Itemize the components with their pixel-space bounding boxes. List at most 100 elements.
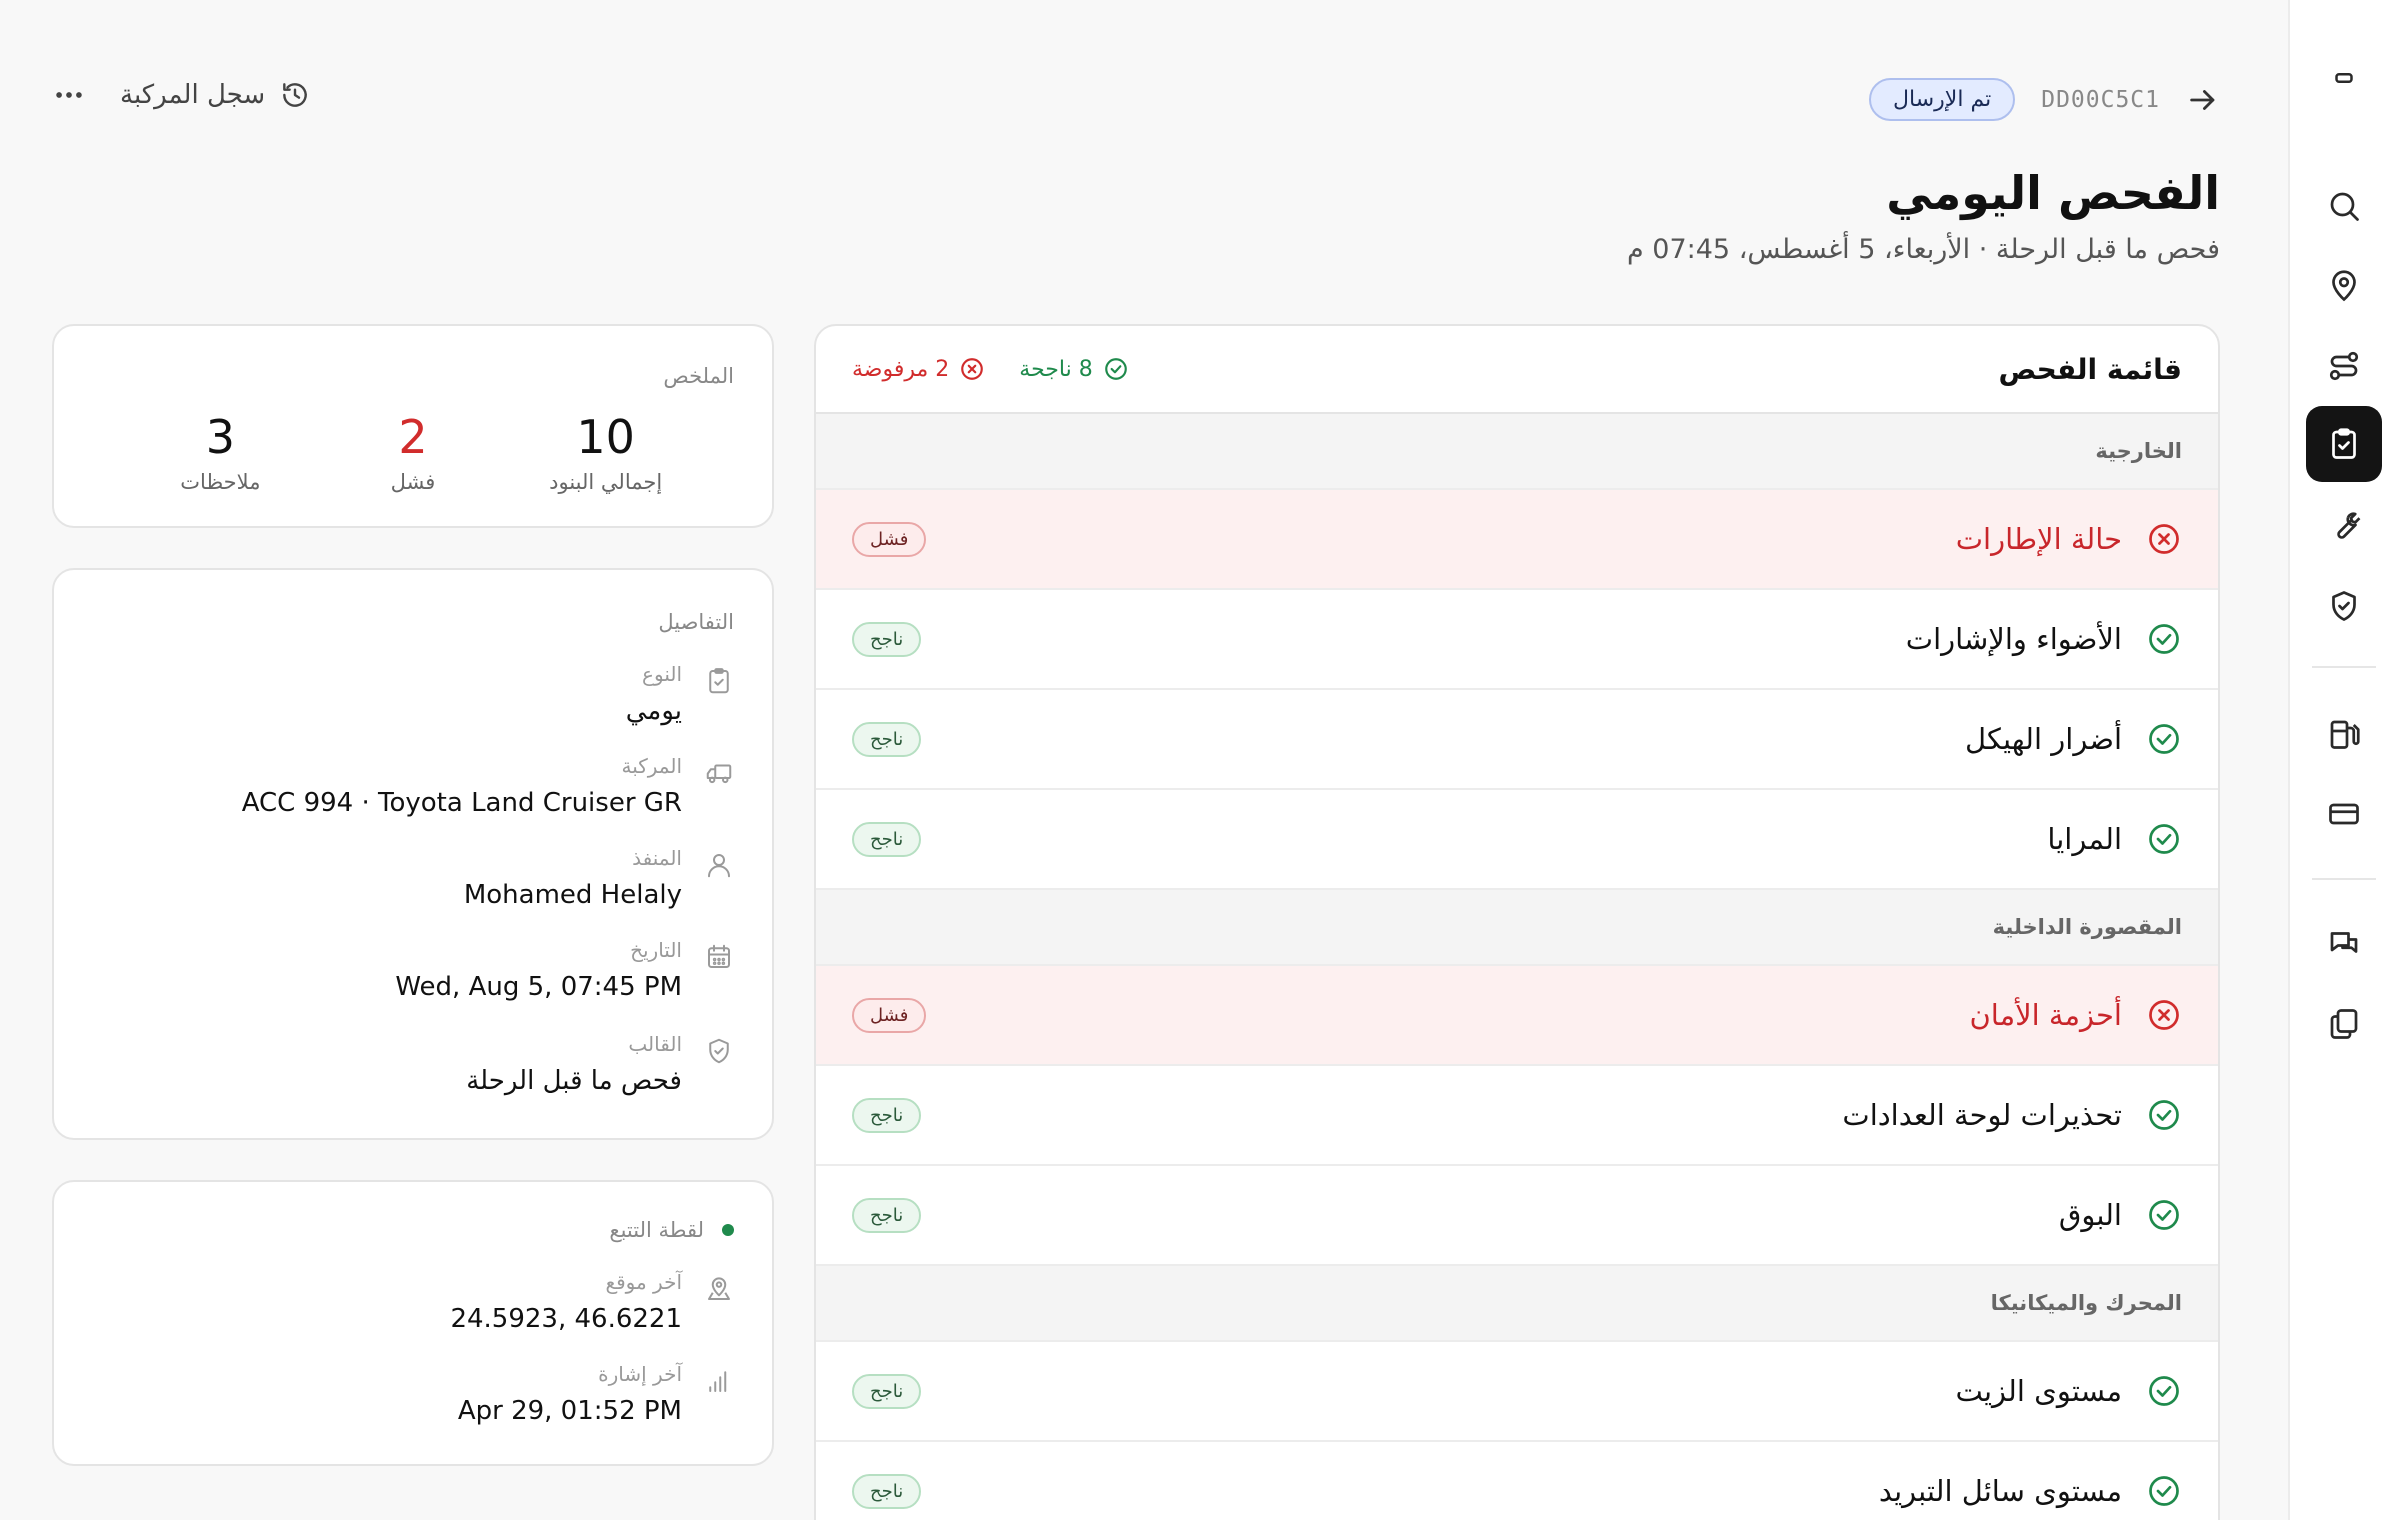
wrench-icon bbox=[2326, 508, 2362, 544]
route-icon bbox=[2326, 348, 2362, 384]
checklist-item-label: البوق bbox=[2058, 1198, 2122, 1232]
fail-badge: فشل bbox=[852, 997, 927, 1033]
user-icon bbox=[704, 850, 734, 880]
checklist-panel: قائمة الفحص 8 ناجحة 2 مرفوضة الخارجية حال… bbox=[814, 324, 2220, 1520]
tracking-location: آخر موقع 24.5923, 46.6221 bbox=[92, 1270, 734, 1334]
rail-messages-button[interactable] bbox=[2306, 906, 2382, 982]
checklist-item[interactable]: البوق ناجح bbox=[816, 1166, 2218, 1266]
tracking-location-key: آخر موقع bbox=[605, 1270, 682, 1294]
checklist-section-header: المقصورة الداخلية bbox=[816, 890, 2218, 966]
checklist-item[interactable]: حالة الإطارات فشل bbox=[816, 490, 2218, 590]
checklist-item-label: مستوى الزيت bbox=[1955, 1374, 2123, 1408]
rail-divider bbox=[2312, 878, 2376, 880]
nav-rail bbox=[2288, 0, 2400, 1520]
pass-badge: ناجح bbox=[852, 1097, 922, 1133]
checklist-item[interactable]: المرايا ناجح bbox=[816, 790, 2218, 890]
sidebar-toggle-button[interactable] bbox=[2306, 40, 2382, 116]
truck-icon bbox=[704, 758, 734, 788]
checklist-item-label: تحذيرات لوحة العدادات bbox=[1842, 1098, 2122, 1132]
vehicle-history-link[interactable]: سجل المركبة bbox=[120, 79, 311, 111]
detail-type-key: النوع bbox=[642, 662, 682, 686]
history-icon bbox=[279, 79, 311, 111]
check-circle-icon bbox=[2146, 1097, 2182, 1133]
chat-icon bbox=[2326, 926, 2362, 962]
shield-check-icon bbox=[704, 1036, 734, 1066]
detail-vehicle-key: المركبة bbox=[621, 754, 682, 778]
detail-template-value: فحص ما قبل الرحلة bbox=[466, 1066, 682, 1096]
detail-type-value: يومي bbox=[625, 696, 682, 726]
check-circle-icon bbox=[2146, 821, 2182, 857]
rail-fuel-button[interactable] bbox=[2306, 696, 2382, 772]
back-button[interactable] bbox=[2186, 83, 2220, 117]
rail-documents-button[interactable] bbox=[2306, 986, 2382, 1062]
map-pin-icon bbox=[2326, 268, 2362, 304]
checklist-item-label: أحزمة الأمان bbox=[1969, 998, 2122, 1032]
details-label: التفاصيل bbox=[658, 610, 734, 634]
tracking-signal-key: آخر إشارة bbox=[598, 1362, 682, 1386]
checklist-item-label: حالة الإطارات bbox=[1955, 522, 2122, 556]
main-content: DD00C5C1 تم الإرسال سجل المركبة الفحص ال… bbox=[0, 0, 2288, 1520]
checklist-title: قائمة الفحص bbox=[1998, 352, 2182, 386]
stat-fail-value: 2 bbox=[398, 410, 428, 464]
live-status-dot bbox=[722, 1224, 734, 1236]
check-circle-icon bbox=[2146, 1197, 2182, 1233]
page-subtitle: فحص ما قبل الرحلة · الأربعاء، 5 أغسطس، 0… bbox=[1626, 234, 2220, 265]
summary-card: الملخص 10 إجمالي البنود 2 فشل 3 ملاحظات bbox=[52, 324, 774, 528]
pass-badge: ناجح bbox=[852, 821, 922, 857]
rail-map-button[interactable] bbox=[2306, 248, 2382, 324]
page-title: الفحص اليومي bbox=[1886, 166, 2220, 220]
checklist-item-label: الأضواء والإشارات bbox=[1905, 622, 2122, 656]
checklist-item-label: المرايا bbox=[2047, 822, 2122, 856]
detail-inspector: المنفذ Mohamed Helaly bbox=[92, 846, 734, 910]
detail-date: التاريخ Wed, Aug 5, 07:45 PM bbox=[92, 938, 734, 1002]
tracking-label: لقطة التتبع bbox=[609, 1218, 704, 1242]
rail-maintenance-button[interactable] bbox=[2306, 488, 2382, 564]
checklist-counts: 8 ناجحة 2 مرفوضة bbox=[852, 356, 1129, 382]
signal-bars-icon bbox=[704, 1366, 734, 1396]
checklist-item[interactable]: أحزمة الأمان فشل bbox=[816, 966, 2218, 1066]
pass-badge: ناجح bbox=[852, 1197, 922, 1233]
fail-badge: فشل bbox=[852, 521, 927, 557]
fuel-icon bbox=[2326, 716, 2362, 752]
vehicle-history-label: سجل المركبة bbox=[120, 80, 266, 110]
rail-payments-button[interactable] bbox=[2306, 776, 2382, 852]
detail-inspector-key: المنفذ bbox=[632, 846, 682, 870]
shield-check-icon bbox=[2326, 588, 2362, 624]
pass-badge: ناجح bbox=[852, 1473, 922, 1509]
summary-label: الملخص bbox=[663, 364, 734, 388]
tracking-signal-value: Apr 29, 01:52 PM bbox=[457, 1396, 682, 1426]
rail-search-button[interactable] bbox=[2306, 168, 2382, 244]
inspection-ref-code: DD00C5C1 bbox=[2041, 86, 2160, 113]
x-circle-icon bbox=[959, 356, 985, 382]
rail-safety-button[interactable] bbox=[2306, 568, 2382, 644]
detail-template: القالب فحص ما قبل الرحلة bbox=[92, 1032, 734, 1096]
more-options-button[interactable] bbox=[52, 78, 86, 112]
summary-stats: 10 إجمالي البنود 2 فشل 3 ملاحظات bbox=[54, 410, 772, 494]
credit-card-icon bbox=[2326, 796, 2362, 832]
stat-fail-label: فشل bbox=[390, 470, 436, 494]
passed-count-label: 8 ناجحة bbox=[1019, 356, 1093, 382]
documents-icon bbox=[2326, 1006, 2362, 1042]
pass-badge: ناجح bbox=[852, 1373, 922, 1409]
checklist-item[interactable]: مستوى سائل التبريد ناجح bbox=[816, 1442, 2218, 1520]
search-icon bbox=[2326, 188, 2362, 224]
calendar-icon bbox=[704, 942, 734, 972]
rail-divider bbox=[2312, 666, 2376, 668]
checklist-item[interactable]: أضرار الهيكل ناجح bbox=[816, 690, 2218, 790]
stat-total-value: 10 bbox=[576, 410, 635, 464]
tracking-signal: آخر إشارة Apr 29, 01:52 PM bbox=[92, 1362, 734, 1426]
checklist-item[interactable]: الأضواء والإشارات ناجح bbox=[816, 590, 2218, 690]
detail-date-value: Wed, Aug 5, 07:45 PM bbox=[395, 972, 682, 1002]
clipboard-check-icon bbox=[704, 666, 734, 696]
rail-inspections-button[interactable] bbox=[2306, 406, 2382, 482]
check-circle-icon bbox=[2146, 621, 2182, 657]
checklist-item[interactable]: تحذيرات لوحة العدادات ناجح bbox=[816, 1066, 2218, 1166]
failed-count: 2 مرفوضة bbox=[852, 356, 985, 382]
pass-badge: ناجح bbox=[852, 721, 922, 757]
checklist-item[interactable]: مستوى الزيت ناجح bbox=[816, 1342, 2218, 1442]
checklist-header: قائمة الفحص 8 ناجحة 2 مرفوضة bbox=[816, 326, 2218, 414]
rail-routes-button[interactable] bbox=[2306, 328, 2382, 404]
check-circle-icon bbox=[2146, 721, 2182, 757]
check-circle-icon bbox=[1103, 356, 1129, 382]
check-circle-icon bbox=[2146, 1373, 2182, 1409]
